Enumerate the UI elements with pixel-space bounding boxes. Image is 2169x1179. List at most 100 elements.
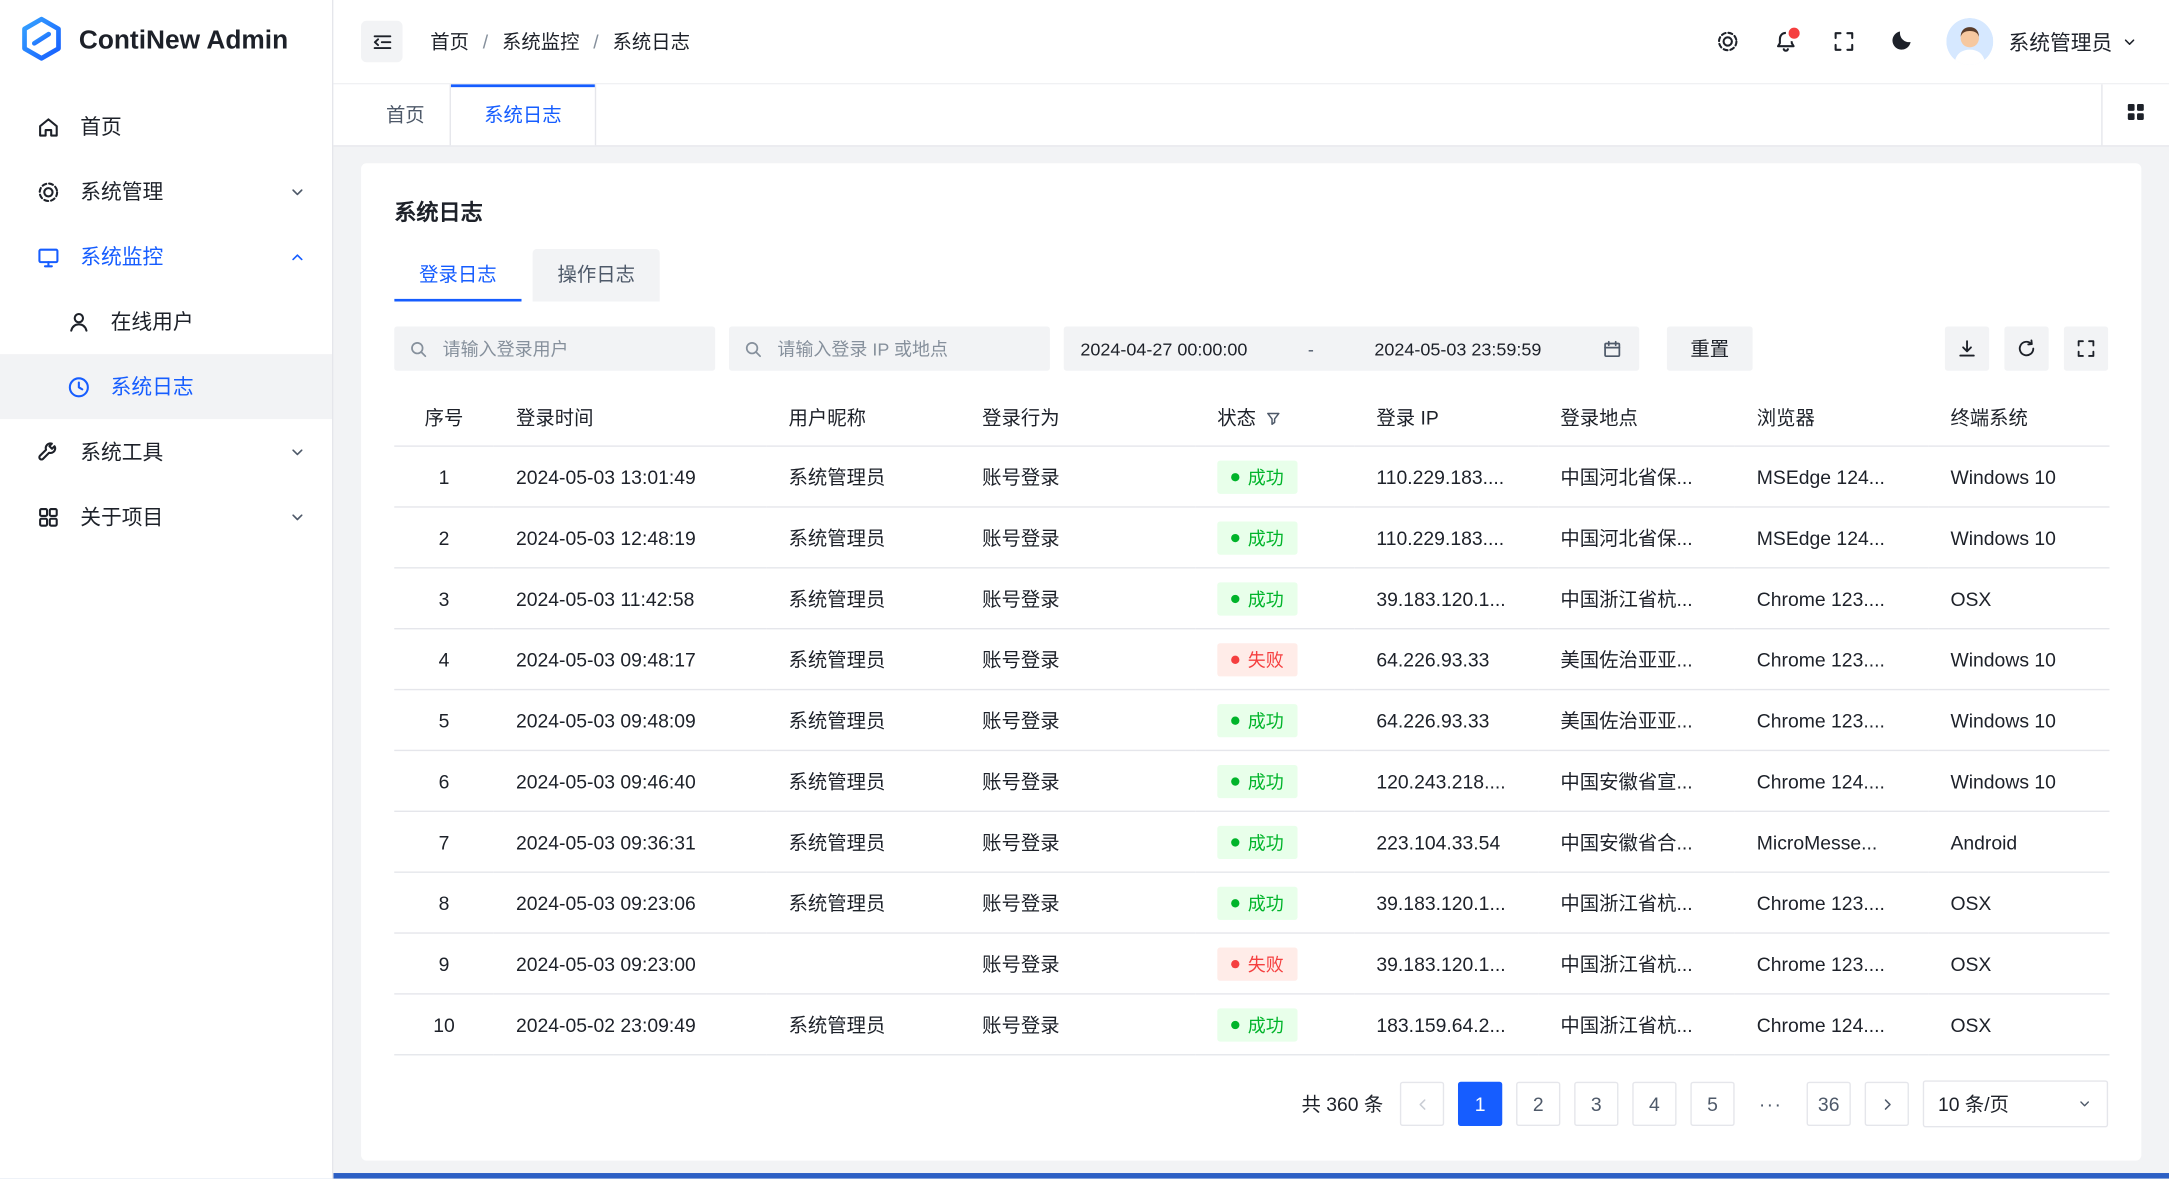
login-ip-input[interactable] bbox=[775, 337, 1002, 361]
sidebar-item-system-management[interactable]: 系统管理 bbox=[0, 159, 332, 224]
tab-login-log[interactable]: 登录日志 bbox=[394, 249, 521, 302]
login-log-table: 序号 登录时间 用户昵称 登录行为 状态 bbox=[394, 390, 2109, 1055]
cell-no: 10 bbox=[394, 994, 494, 1055]
cell-nickname: 系统管理员 bbox=[766, 446, 960, 507]
logo-icon bbox=[18, 15, 65, 69]
column-header-behavior: 登录行为 bbox=[960, 390, 1195, 446]
table-fullscreen-button[interactable] bbox=[2064, 326, 2108, 370]
sidebar-item-system-tools[interactable]: 系统工具 bbox=[0, 419, 332, 484]
tab-layout-button[interactable] bbox=[2101, 84, 2169, 145]
breadcrumb: 首页 / 系统监控 / 系统日志 bbox=[430, 28, 690, 56]
download-button[interactable] bbox=[1945, 326, 1989, 370]
cell-behavior: 账号登录 bbox=[960, 811, 1195, 872]
pagination-page[interactable]: 4 bbox=[1632, 1082, 1676, 1126]
status-badge: 失败 bbox=[1217, 643, 1297, 676]
status-dot-icon bbox=[1231, 838, 1239, 846]
login-user-search[interactable] bbox=[394, 326, 715, 370]
cell-ip: 110.229.183.... bbox=[1354, 507, 1538, 568]
app-logo[interactable]: ContiNew Admin bbox=[0, 0, 332, 83]
sidebar-item-home[interactable]: 首页 bbox=[0, 94, 332, 159]
status-dot-icon bbox=[1231, 716, 1239, 724]
pagination-prev-button[interactable] bbox=[1400, 1082, 1444, 1126]
reset-button[interactable]: 重置 bbox=[1667, 326, 1753, 370]
breadcrumb-current: 系统日志 bbox=[612, 28, 689, 56]
table-row: 6 2024-05-03 09:46:40 系统管理员 账号登录 成功 120.… bbox=[394, 750, 2109, 811]
column-header-ip: 登录 IP bbox=[1354, 390, 1538, 446]
sidebar-item-about-project[interactable]: 关于项目 bbox=[0, 484, 332, 549]
status-dot-icon bbox=[1231, 655, 1239, 663]
cell-no: 2 bbox=[394, 507, 494, 568]
pagination-ellipsis[interactable]: ··· bbox=[1748, 1082, 1792, 1126]
user-avatar[interactable] bbox=[1946, 18, 1993, 65]
login-ip-search[interactable] bbox=[729, 326, 1050, 370]
sidebar-collapse-button[interactable] bbox=[361, 21, 402, 62]
date-range-picker[interactable]: 2024-04-27 00:00:00 - 2024-05-03 23:59:5… bbox=[1064, 326, 1639, 370]
status-dot-icon bbox=[1231, 533, 1239, 541]
window-tab-system-log[interactable]: 系统日志 bbox=[450, 84, 597, 145]
search-icon bbox=[408, 338, 429, 359]
status-dot-icon bbox=[1231, 1020, 1239, 1028]
table-row: 1 2024-05-03 13:01:49 系统管理员 账号登录 成功 110.… bbox=[394, 446, 2109, 507]
cell-nickname: 系统管理员 bbox=[766, 629, 960, 690]
table-row: 5 2024-05-03 09:48:09 系统管理员 账号登录 成功 64.2… bbox=[394, 690, 2109, 751]
expand-icon bbox=[2075, 338, 2097, 360]
column-header-os: 终端系统 bbox=[1928, 390, 2109, 446]
status-badge: 失败 bbox=[1217, 947, 1297, 980]
cell-location: 美国佐治亚亚... bbox=[1538, 690, 1734, 751]
chevron-up-icon bbox=[288, 247, 307, 266]
fullscreen-button[interactable] bbox=[1822, 19, 1868, 65]
pagination-page[interactable]: 36 bbox=[1807, 1082, 1851, 1126]
cell-browser: Chrome 124.... bbox=[1735, 994, 1929, 1055]
pagination-page[interactable]: 5 bbox=[1690, 1082, 1734, 1126]
cell-status: 成功 bbox=[1195, 872, 1354, 933]
user-icon bbox=[66, 309, 91, 334]
app-window: ContiNew Admin 首页 系统管理 bbox=[0, 0, 2169, 1179]
cell-behavior: 账号登录 bbox=[960, 629, 1195, 690]
refresh-button[interactable] bbox=[2004, 326, 2048, 370]
pagination-page[interactable]: 2 bbox=[1516, 1082, 1560, 1126]
settings-button[interactable] bbox=[1706, 19, 1752, 65]
status-badge: 成功 bbox=[1217, 703, 1297, 736]
calendar-icon bbox=[1602, 338, 1623, 359]
date-end: 2024-05-03 23:59:59 bbox=[1374, 338, 1541, 359]
sidebar-item-online-users[interactable]: 在线用户 bbox=[0, 289, 332, 354]
cell-behavior: 账号登录 bbox=[960, 750, 1195, 811]
login-user-input[interactable] bbox=[440, 337, 667, 361]
pagination-next-button[interactable] bbox=[1865, 1082, 1909, 1126]
column-header-status: 状态 bbox=[1195, 390, 1354, 446]
log-tabs: 登录日志 操作日志 bbox=[394, 249, 2108, 302]
filter-icon[interactable] bbox=[1264, 409, 1282, 427]
pagination-total: 共 360 条 bbox=[1301, 1090, 1383, 1118]
cell-ip: 120.243.218.... bbox=[1354, 750, 1538, 811]
chevron-down-icon bbox=[288, 182, 307, 201]
pagination-page[interactable]: 1 bbox=[1458, 1082, 1502, 1126]
pagination-page[interactable]: 3 bbox=[1574, 1082, 1618, 1126]
breadcrumb-home[interactable]: 首页 bbox=[430, 28, 469, 56]
breadcrumb-system-monitor[interactable]: 系统监控 bbox=[502, 28, 579, 56]
status-dot-icon bbox=[1231, 959, 1239, 967]
cell-login-time: 2024-05-03 09:36:31 bbox=[494, 811, 767, 872]
window-tab-home[interactable]: 首页 bbox=[361, 84, 450, 145]
table-body: 1 2024-05-03 13:01:49 系统管理员 账号登录 成功 110.… bbox=[394, 446, 2109, 1055]
status-badge: 成功 bbox=[1217, 521, 1297, 554]
cell-location: 中国安徽省合... bbox=[1538, 811, 1734, 872]
cell-browser: MicroMesse... bbox=[1735, 811, 1929, 872]
table-row: 8 2024-05-03 09:23:06 系统管理员 账号登录 成功 39.1… bbox=[394, 872, 2109, 933]
user-name: 系统管理员 bbox=[2009, 27, 2113, 56]
notification-button[interactable] bbox=[1764, 19, 1810, 65]
page-size-select[interactable]: 10 条/页 bbox=[1923, 1080, 2108, 1127]
dark-mode-button[interactable] bbox=[1880, 19, 1926, 65]
column-header-location: 登录地点 bbox=[1538, 390, 1734, 446]
cell-os: Windows 10 bbox=[1928, 690, 2109, 751]
gear-icon bbox=[1716, 29, 1741, 54]
cell-login-time: 2024-05-03 11:42:58 bbox=[494, 568, 767, 629]
user-menu[interactable]: 系统管理员 bbox=[2009, 27, 2139, 56]
chevron-right-icon bbox=[1878, 1095, 1896, 1113]
sidebar-item-system-monitor[interactable]: 系统监控 bbox=[0, 224, 332, 289]
tab-operation-log[interactable]: 操作日志 bbox=[533, 249, 660, 302]
cell-login-time: 2024-05-02 23:09:49 bbox=[494, 994, 767, 1055]
sidebar-item-system-log[interactable]: 系统日志 bbox=[0, 354, 332, 419]
gear-icon bbox=[36, 179, 61, 204]
cell-status: 成功 bbox=[1195, 446, 1354, 507]
cell-os: OSX bbox=[1928, 568, 2109, 629]
